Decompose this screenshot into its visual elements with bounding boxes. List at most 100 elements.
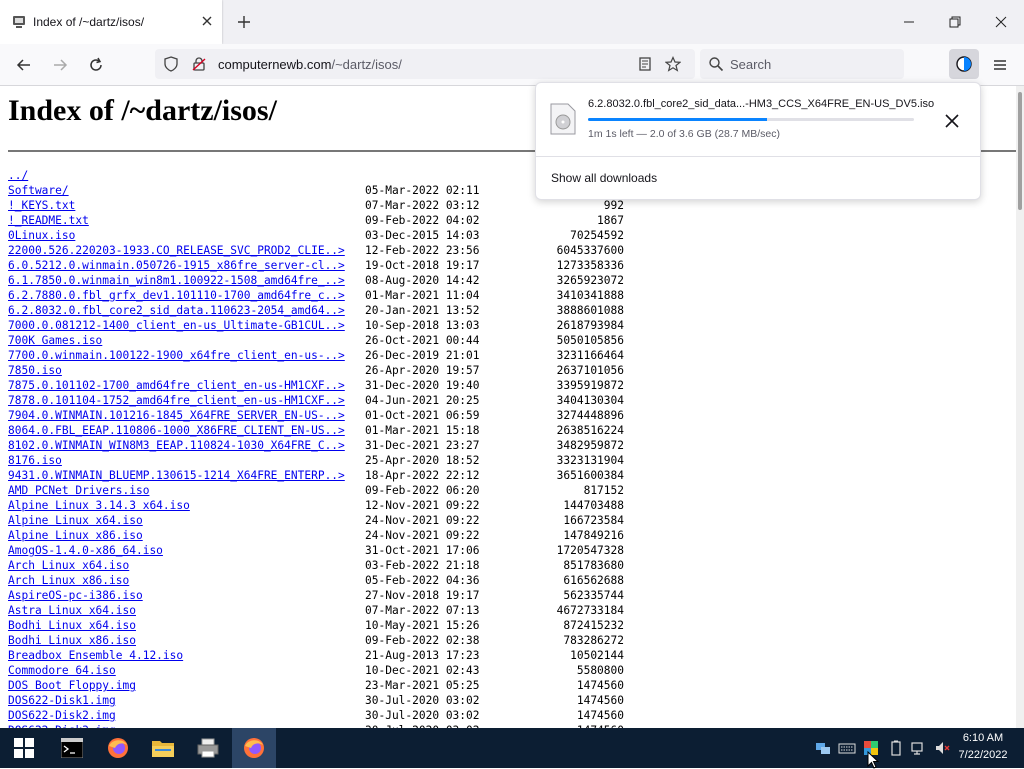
file-link[interactable]: 700K Games.iso bbox=[8, 333, 102, 348]
file-link[interactable]: DOS Boot Floppy.img bbox=[8, 678, 136, 693]
list-item: 6.2.8032.0.fbl_core2_sid_data.110623-205… bbox=[8, 303, 628, 318]
tracking-protection-shield-icon[interactable] bbox=[163, 56, 179, 72]
file-link[interactable]: 7000.0.081212-1400_client_en-us_Ultimate… bbox=[8, 318, 345, 333]
folder-icon bbox=[152, 741, 174, 757]
search-input[interactable]: Search bbox=[700, 49, 904, 79]
downloads-button[interactable] bbox=[949, 49, 979, 79]
file-link[interactable]: Astra Linux x64.iso bbox=[8, 603, 136, 618]
file-link[interactable]: Arch Linux x86.iso bbox=[8, 573, 129, 588]
file-link[interactable]: Commodore 64.iso bbox=[8, 663, 116, 678]
list-item: Bodhi Linux x64.iso 10-May-2021 15:26 8724… bbox=[8, 618, 628, 633]
hamburger-menu-icon[interactable] bbox=[990, 55, 1010, 75]
terminal-icon bbox=[61, 738, 83, 758]
restore-icon[interactable] bbox=[945, 12, 965, 32]
list-item: 7875.0.101102-1700_amd64fre_client_en-us… bbox=[8, 378, 628, 393]
file-link[interactable]: Alpine Linux x86.iso bbox=[8, 528, 143, 543]
file-date: 24-Nov-2021 09:22 bbox=[365, 514, 480, 527]
list-item: AspireOS-pc-i386.iso 27-Nov-2018 19:17 562… bbox=[8, 588, 628, 603]
file-link[interactable]: Arch Linux x64.iso bbox=[8, 558, 129, 573]
cancel-download-icon[interactable] bbox=[942, 111, 962, 131]
battery-icon[interactable] bbox=[888, 740, 904, 756]
list-item: 8064.0.FBL_EEAP.110806-1000_X86FRE_CLIEN… bbox=[8, 423, 628, 438]
show-all-downloads-button[interactable]: Show all downloads bbox=[551, 171, 657, 185]
file-size: 3323131904 bbox=[556, 454, 624, 467]
file-date: 09-Feb-2022 06:20 bbox=[365, 484, 480, 497]
page-title: Index of /~dartz/isos/ bbox=[8, 94, 277, 127]
reader-view-icon[interactable] bbox=[637, 56, 653, 72]
file-size: 3274448896 bbox=[556, 409, 624, 422]
file-link[interactable]: !_README.txt bbox=[8, 213, 89, 228]
taskbar-printer-app[interactable] bbox=[186, 728, 230, 768]
forward-arrow-icon[interactable] bbox=[50, 55, 70, 75]
scrollbar[interactable] bbox=[1016, 86, 1024, 728]
list-item: Commodore 64.iso 10-Dec-2021 02:43 5580800 bbox=[8, 663, 628, 678]
file-link[interactable]: 7875.0.101102-1700_amd64fre_client_en-us… bbox=[8, 378, 345, 393]
file-link[interactable]: AmogOS-1.4.0-x86_64.iso bbox=[8, 543, 163, 558]
file-link[interactable]: 6.2.7880.0.fbl_grfx_dev1.101110-1700_amd… bbox=[8, 288, 345, 303]
list-item: 22000.526.220203-1933.CO_RELEASE_SVC_PRO… bbox=[8, 243, 628, 258]
file-link[interactable]: Bodhi Linux x86.iso bbox=[8, 633, 136, 648]
network-drive-icon[interactable] bbox=[815, 740, 831, 756]
list-item: 8176.iso 25-Apr-2020 18:52 3323131904 bbox=[8, 453, 628, 468]
scrollbar-thumb[interactable] bbox=[1018, 92, 1022, 210]
minimize-icon[interactable] bbox=[899, 12, 919, 32]
file-link[interactable]: Alpine Linux x64.iso bbox=[8, 513, 143, 528]
file-link[interactable]: 6.2.8032.0.fbl_core2_sid_data.110623-205… bbox=[8, 303, 345, 318]
download-progress-fill bbox=[588, 118, 768, 121]
file-link[interactable]: Bodhi Linux x64.iso bbox=[8, 618, 136, 633]
file-link[interactable]: 7850.iso bbox=[8, 363, 62, 378]
file-size: 5050105856 bbox=[556, 334, 624, 347]
file-link[interactable]: 6.1.7850.0.winmain_win8m1.100922-1508_am… bbox=[8, 273, 345, 288]
bookmark-star-icon[interactable] bbox=[665, 56, 681, 72]
file-link[interactable]: 8102.0.WINMAIN_WIN8M3_EEAP.110824-1030_X… bbox=[8, 438, 345, 453]
new-tab-icon[interactable] bbox=[236, 14, 252, 30]
file-size: 5580800 bbox=[576, 664, 624, 677]
file-link[interactable]: ../ bbox=[8, 168, 28, 183]
file-link[interactable]: 7904.0.WINMAIN.101216-1845_X64FRE_SERVER… bbox=[8, 408, 345, 423]
file-date: 09-Feb-2022 04:02 bbox=[365, 214, 480, 227]
file-link[interactable]: 7700.0.winmain.100122-1900_x64fre_client… bbox=[8, 348, 345, 363]
back-arrow-icon[interactable] bbox=[14, 55, 34, 75]
list-item: Astra Linux x64.iso 07-Mar-2022 07:13 4672… bbox=[8, 603, 628, 618]
file-link[interactable]: 22000.526.220203-1933.CO_RELEASE_SVC_PRO… bbox=[8, 243, 345, 258]
file-link[interactable]: 8064.0.FBL_EEAP.110806-1000_X86FRE_CLIEN… bbox=[8, 423, 345, 438]
file-link[interactable]: Breadbox Ensemble 4.12.iso bbox=[8, 648, 183, 663]
tab-active[interactable]: Index of /~dartz/isos/ bbox=[0, 0, 222, 44]
file-link[interactable]: 0Linux.iso bbox=[8, 228, 75, 243]
firefox-icon bbox=[108, 738, 128, 758]
reload-icon[interactable] bbox=[86, 55, 106, 75]
file-size: 3482959872 bbox=[556, 439, 624, 452]
file-link[interactable]: Alpine Linux 3.14.3 x64.iso bbox=[8, 498, 190, 513]
file-link[interactable]: !_KEYS.txt bbox=[8, 198, 75, 213]
taskbar-file-explorer[interactable] bbox=[141, 728, 185, 768]
taskbar-terminal[interactable] bbox=[50, 728, 94, 768]
file-link[interactable]: DOS622-Disk1.img bbox=[8, 693, 116, 708]
file-link[interactable]: 7878.0.101104-1752_amd64fre_client_en-us… bbox=[8, 393, 345, 408]
clock-date[interactable]: 7/22/2022 bbox=[946, 749, 1020, 761]
file-link[interactable]: 8176.iso bbox=[8, 453, 62, 468]
file-date: 10-May-2021 15:26 bbox=[365, 619, 480, 632]
address-bar[interactable]: computernewb.com/~dartz/isos/ bbox=[155, 49, 695, 79]
list-item: 7878.0.101104-1752_amd64fre_client_en-us… bbox=[8, 393, 628, 408]
file-link[interactable]: 6.0.5212.0.winmain.050726-1915_x86fre_se… bbox=[8, 258, 345, 273]
file-link[interactable]: AspireOS-pc-i386.iso bbox=[8, 588, 143, 603]
taskbar-firefox[interactable] bbox=[96, 728, 140, 768]
file-link[interactable]: 9431.0.WINMAIN_BLUEMP.130615-1214_X64FRE… bbox=[8, 468, 345, 483]
file-link[interactable]: AMD PCNet Drivers.iso bbox=[8, 483, 149, 498]
network-icon[interactable] bbox=[911, 740, 927, 756]
list-item: 7000.0.081212-1400_client_en-us_Ultimate… bbox=[8, 318, 628, 333]
keyboard-icon[interactable] bbox=[838, 740, 856, 756]
file-link[interactable]: DOS622-Disk2.img bbox=[8, 708, 116, 723]
file-size: 3410341888 bbox=[556, 289, 624, 302]
close-tab-icon[interactable] bbox=[199, 13, 215, 29]
file-size: 872415232 bbox=[563, 619, 624, 632]
file-link[interactable]: Software/ bbox=[8, 183, 69, 198]
close-window-icon[interactable] bbox=[991, 12, 1011, 32]
clock-time[interactable]: 6:10 AM bbox=[946, 732, 1020, 744]
download-filename[interactable]: 6.2.8032.0.fbl_core2_sid_data...-HM3_CCS… bbox=[588, 98, 934, 110]
list-item: Alpine Linux 3.14.3 x64.iso 12-Nov-2021 0… bbox=[8, 498, 628, 513]
start-button[interactable] bbox=[2, 728, 46, 768]
insecure-lock-icon[interactable] bbox=[191, 56, 207, 72]
file-size: 6045337600 bbox=[556, 244, 624, 257]
taskbar-firefox-active[interactable] bbox=[232, 728, 276, 768]
